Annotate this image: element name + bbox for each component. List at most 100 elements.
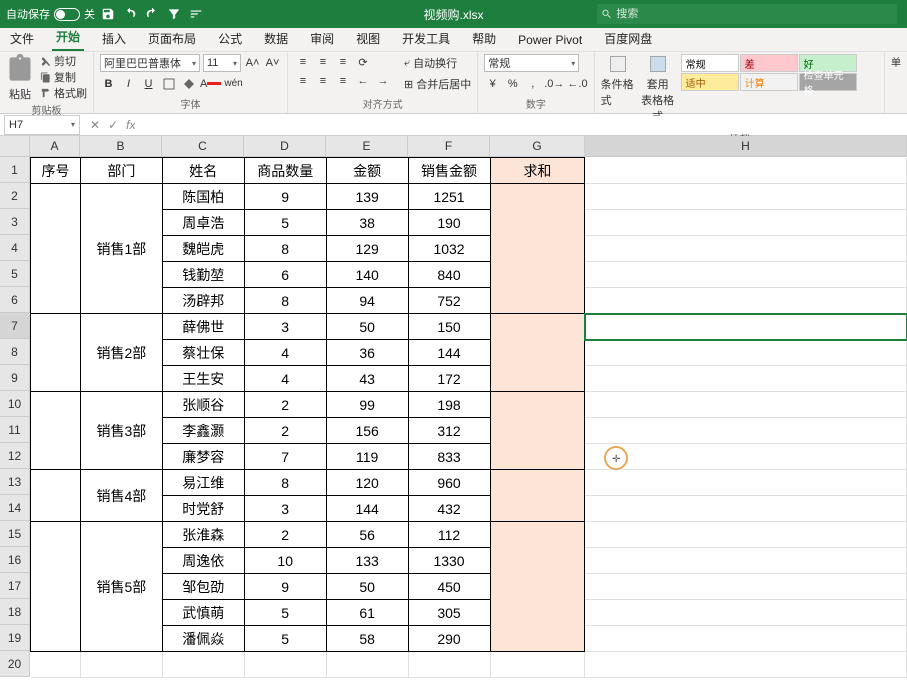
font-size-select[interactable]: 11▾ — [203, 54, 241, 72]
decrease-font-button[interactable]: A˅ — [264, 55, 281, 72]
row-header-14[interactable]: 14 — [0, 495, 30, 521]
increase-font-button[interactable]: A˄ — [244, 55, 261, 72]
row-header-16[interactable]: 16 — [0, 547, 30, 573]
merge-center-button[interactable]: ⊞合并后居中 — [404, 75, 471, 93]
row-header-17[interactable]: 17 — [0, 573, 30, 599]
accounting-format-button[interactable]: ¥ — [484, 75, 501, 92]
row-header-1[interactable]: 1 — [0, 157, 30, 183]
undo-icon[interactable] — [121, 5, 139, 23]
format-painter-button[interactable]: 格式刷 — [40, 86, 87, 100]
border-button[interactable] — [160, 75, 177, 92]
row-header-19[interactable]: 19 — [0, 625, 30, 651]
cell-style-3[interactable]: 适中 — [681, 73, 739, 91]
row-header-2[interactable]: 2 — [0, 183, 30, 209]
search-input[interactable] — [616, 8, 893, 20]
copy-button[interactable]: 复制 — [40, 70, 87, 84]
format-as-table-button[interactable]: 套用 表格格式 — [641, 54, 675, 124]
row-header-9[interactable]: 9 — [0, 365, 30, 391]
cell-style-4[interactable]: 计算 — [740, 73, 798, 91]
col-header-E[interactable]: E — [326, 136, 408, 156]
row-header-10[interactable]: 10 — [0, 391, 30, 417]
fill-color-button[interactable] — [180, 75, 197, 92]
cond-format-icon — [608, 54, 628, 74]
row-header-8[interactable]: 8 — [0, 339, 30, 365]
col-header-C[interactable]: C — [162, 136, 244, 156]
menu-tab-5[interactable]: 数据 — [260, 26, 292, 51]
row-header-6[interactable]: 6 — [0, 287, 30, 313]
align-right-button[interactable]: ≡ — [334, 73, 352, 89]
cell-styles-gallery[interactable]: 常规差好适中计算检查单元格 — [681, 54, 857, 91]
align-center-button[interactable]: ≡ — [314, 73, 332, 89]
increase-decimal-button[interactable]: .0→ — [544, 75, 564, 92]
row-header-18[interactable]: 18 — [0, 599, 30, 625]
name-box[interactable]: H7▾ — [4, 115, 80, 135]
menu-tab-1[interactable]: 开始 — [52, 24, 84, 51]
redo-icon[interactable] — [143, 5, 161, 23]
align-top-button[interactable]: ≡ — [294, 54, 312, 70]
menu-tab-3[interactable]: 页面布局 — [144, 26, 200, 51]
align-bottom-button[interactable]: ≡ — [334, 54, 352, 70]
bold-button[interactable]: B — [100, 75, 117, 92]
filter-icon[interactable] — [165, 5, 183, 23]
conditional-format-button[interactable]: 条件格式 — [601, 54, 635, 108]
row-header-13[interactable]: 13 — [0, 469, 30, 495]
italic-button[interactable]: I — [120, 75, 137, 92]
autosave-control[interactable]: 自动保存 关 — [6, 6, 95, 22]
row-header-20[interactable]: 20 — [0, 651, 30, 677]
select-all-corner[interactable] — [0, 136, 30, 156]
ribbon-group-alignment: ≡≡≡⟳ ≡≡≡←→ ⤶自动换行 ⊞合并后居中 对齐方式 — [288, 52, 478, 113]
row-header-4[interactable]: 4 — [0, 235, 30, 261]
menu-tab-9[interactable]: 帮助 — [468, 26, 500, 51]
align-left-button[interactable]: ≡ — [294, 73, 312, 89]
underline-button[interactable]: U — [140, 75, 157, 92]
row-header-3[interactable]: 3 — [0, 209, 30, 235]
font-group-label: 字体 — [100, 96, 281, 113]
fx-icon[interactable]: fx — [126, 118, 135, 132]
row-header-12[interactable]: 12 — [0, 443, 30, 469]
menu-tab-4[interactable]: 公式 — [214, 26, 246, 51]
font-color-button[interactable]: A — [200, 75, 221, 92]
indent-dec-button[interactable]: ← — [354, 73, 372, 89]
cell-style-0[interactable]: 常规 — [681, 54, 739, 72]
cancel-formula-icon[interactable]: ✕ — [90, 118, 100, 132]
row-header-11[interactable]: 11 — [0, 417, 30, 443]
row-header-7[interactable]: 7 — [0, 313, 30, 339]
search-box[interactable] — [597, 4, 897, 24]
orientation-button[interactable]: ⟳ — [354, 54, 372, 70]
menu-tab-10[interactable]: Power Pivot — [514, 29, 586, 51]
cell-style-5[interactable]: 检查单元格 — [799, 73, 857, 91]
col-header-A[interactable]: A — [30, 136, 80, 156]
percent-format-button[interactable]: % — [504, 75, 521, 92]
col-header-D[interactable]: D — [244, 136, 326, 156]
save-icon[interactable] — [99, 5, 117, 23]
align-middle-button[interactable]: ≡ — [314, 54, 332, 70]
data-table: 序号部门姓名商品数量金额销售金额求和销售1部陈国柏91391251周卓浩5381… — [30, 157, 907, 678]
phonetic-button[interactable]: wén — [224, 75, 242, 92]
col-header-B[interactable]: B — [80, 136, 162, 156]
formula-input[interactable] — [135, 116, 835, 134]
col-header-G[interactable]: G — [490, 136, 585, 156]
menu-tab-8[interactable]: 开发工具 — [398, 26, 454, 51]
col-header-F[interactable]: F — [408, 136, 490, 156]
number-format-select[interactable]: 常规▾ — [484, 54, 579, 72]
menu-tab-0[interactable]: 文件 — [6, 26, 38, 51]
sort-icon[interactable] — [187, 5, 205, 23]
menu-tab-6[interactable]: 审阅 — [306, 26, 338, 51]
cell-style-1[interactable]: 差 — [740, 54, 798, 72]
row-header-15[interactable]: 15 — [0, 521, 30, 547]
paste-button[interactable]: 粘贴 — [6, 54, 34, 102]
cut-button[interactable]: 剪切 — [40, 54, 87, 68]
wrap-text-button[interactable]: ⤶自动换行 — [404, 54, 471, 72]
menu-tab-7[interactable]: 视图 — [352, 26, 384, 51]
indent-inc-button[interactable]: → — [374, 73, 392, 89]
autosave-label: 自动保存 — [6, 6, 50, 22]
col-header-H[interactable]: H — [585, 136, 907, 156]
spreadsheet-grid[interactable]: ABCDEFGH 1234567891011121314151617181920… — [0, 136, 907, 684]
comma-format-button[interactable]: , — [524, 75, 541, 92]
row-header-5[interactable]: 5 — [0, 261, 30, 287]
font-family-select[interactable]: 阿里巴巴普惠体▾ — [100, 54, 200, 72]
menu-tab-11[interactable]: 百度网盘 — [600, 26, 656, 51]
decrease-decimal-button[interactable]: ←.0 — [567, 75, 587, 92]
menu-tab-2[interactable]: 插入 — [98, 26, 130, 51]
enter-formula-icon[interactable]: ✓ — [108, 118, 118, 132]
